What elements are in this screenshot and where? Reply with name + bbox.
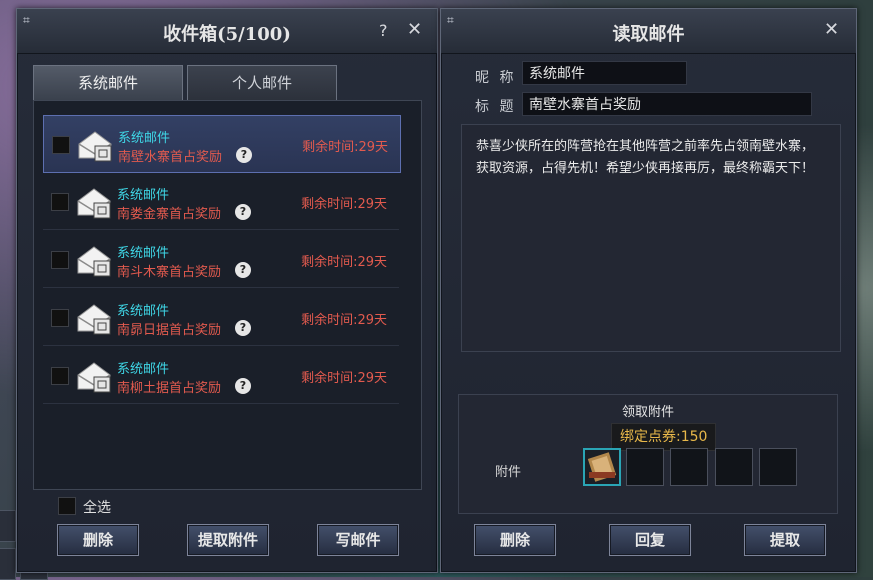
mail-list-item[interactable]: 系统邮件 南昴日据首占奖励 ? 剩余时间:29天 <box>43 289 399 346</box>
mail-list: 系统邮件 南壁水寨首占奖励 ? 剩余时间:29天 系统邮件 南娄金寨首占奖励 ?… <box>33 100 422 490</box>
info-question-icon[interactable]: ? <box>235 320 251 336</box>
select-all-checkbox[interactable] <box>58 497 76 515</box>
mail-remaining-time: 剩余时间:29天 <box>301 255 387 270</box>
attachment-label: 附件 <box>495 465 522 480</box>
mail-list-item[interactable]: 系统邮件 南壁水寨首占奖励 ? 剩余时间:29天 <box>43 115 401 173</box>
envelope-icon <box>77 188 111 219</box>
mail-remaining-time: 剩余时间:29天 <box>301 313 387 328</box>
nickname-field: 系统邮件 <box>522 61 687 85</box>
subject-field: 南壁水寨首占奖励 <box>522 92 812 116</box>
inbox-title: 收件箱(5/100) <box>163 24 291 45</box>
info-question-icon[interactable]: ? <box>235 378 251 394</box>
mail-list-item[interactable]: 系统邮件 南娄金寨首占奖励 ? 剩余时间:29天 <box>43 173 399 230</box>
extract-button[interactable]: 提取 <box>744 524 826 556</box>
mail-sender: 系统邮件 <box>117 188 170 203</box>
delete-button[interactable]: 删除 <box>57 524 139 556</box>
attachment-section: 领取附件 附件 绑定点券:150 <box>458 394 838 514</box>
mail-checkbox[interactable] <box>51 193 69 211</box>
read-mail-window: ⌗ 读取邮件 ✕ 昵 称 系统邮件 标 题 南壁水寨首占奖励 恭喜少侠所在的阵营… <box>440 8 857 573</box>
mail-sender: 系统邮件 <box>118 131 171 146</box>
reader-titlebar[interactable]: ⌗ 读取邮件 ✕ <box>441 9 856 54</box>
attachment-slot[interactable] <box>670 448 708 486</box>
attachment-slot[interactable] <box>715 448 753 486</box>
inbox-titlebar[interactable]: ⌗ 收件箱(5/100) ? ✕ <box>17 9 437 54</box>
envelope-icon <box>77 362 111 393</box>
mail-subject: 南壁水寨首占奖励 <box>118 150 223 165</box>
nickname-label: 昵 称 <box>475 70 517 86</box>
attachment-slot[interactable] <box>759 448 797 486</box>
info-question-icon[interactable]: ? <box>235 262 251 278</box>
reply-button[interactable]: 回复 <box>609 524 691 556</box>
mail-checkbox[interactable] <box>51 309 69 327</box>
inbox-window: ⌗ 收件箱(5/100) ? ✕ 系统邮件 个人邮件 系统邮件 南壁水寨首占奖励… <box>16 8 438 573</box>
extract-attachments-button[interactable]: 提取附件 <box>187 524 269 556</box>
reader-delete-button[interactable]: 删除 <box>474 524 556 556</box>
close-icon[interactable]: ✕ <box>824 19 839 40</box>
help-icon[interactable]: ? <box>379 21 388 40</box>
mail-checkbox[interactable] <box>51 367 69 385</box>
mail-checkbox[interactable] <box>52 136 70 154</box>
mail-remaining-time: 剩余时间:29天 <box>302 140 388 155</box>
mail-sender: 系统邮件 <box>117 304 170 319</box>
mail-checkbox[interactable] <box>51 251 69 269</box>
background-slot <box>0 510 16 542</box>
mail-sender: 系统邮件 <box>117 246 170 261</box>
mail-subject: 南柳土据首占奖励 <box>117 381 222 396</box>
mail-subject: 南娄金寨首占奖励 <box>117 207 222 222</box>
mail-list-item[interactable]: 系统邮件 南斗木寨首占奖励 ? 剩余时间:29天 <box>43 231 399 288</box>
mail-body: 恭喜少侠所在的阵营抢在其他阵营之前率先占领南壁水寨，获取资源，占得先机！希望少侠… <box>461 124 841 352</box>
attachment-title: 领取附件 <box>621 405 674 420</box>
mail-sender: 系统邮件 <box>117 362 170 377</box>
envelope-icon <box>77 246 111 277</box>
attachment-slot[interactable] <box>583 448 621 486</box>
tab-personal-mail[interactable]: 个人邮件 <box>187 65 337 100</box>
mail-remaining-time: 剩余时间:29天 <box>301 197 387 212</box>
subject-label: 标 题 <box>475 99 517 115</box>
info-question-icon[interactable]: ? <box>236 147 252 163</box>
background-slot <box>0 548 16 580</box>
mail-list-item[interactable]: 系统邮件 南柳土据首占奖励 ? 剩余时间:29天 <box>43 347 399 404</box>
close-icon[interactable]: ✕ <box>407 19 422 40</box>
coupon-scroll-icon <box>587 452 617 482</box>
tab-system-mail[interactable]: 系统邮件 <box>33 65 183 100</box>
envelope-icon <box>77 304 111 335</box>
envelope-icon <box>78 131 112 162</box>
item-tooltip: 绑定点券:150 <box>611 423 717 451</box>
mail-remaining-time: 剩余时间:29天 <box>301 371 387 386</box>
info-question-icon[interactable]: ? <box>235 204 251 220</box>
reader-title: 读取邮件 <box>612 24 685 45</box>
select-all-label: 全选 <box>83 500 111 516</box>
write-mail-button[interactable]: 写邮件 <box>317 524 399 556</box>
mail-subject: 南斗木寨首占奖励 <box>117 265 222 280</box>
mail-subject: 南昴日据首占奖励 <box>117 323 222 338</box>
attachment-slot[interactable] <box>626 448 664 486</box>
